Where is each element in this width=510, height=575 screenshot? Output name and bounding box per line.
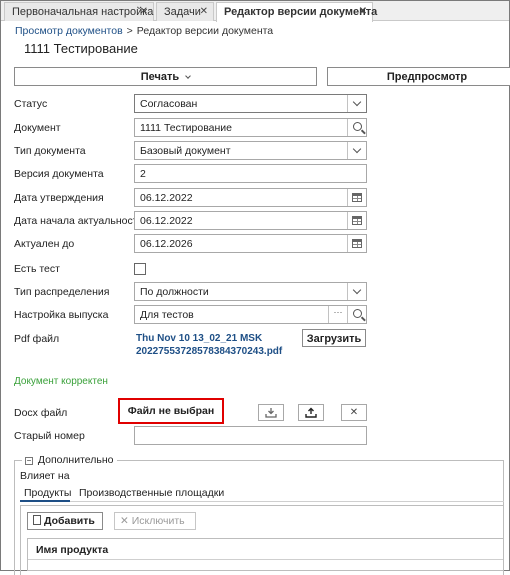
release-value: Для тестов — [140, 309, 194, 321]
dropdown-button[interactable] — [347, 95, 366, 112]
old-number-label: Старый номер — [14, 430, 85, 442]
additional-legend[interactable]: − Дополнительно — [22, 454, 117, 466]
collapse-icon[interactable]: − — [25, 457, 33, 465]
status-message: Документ корректен — [14, 376, 108, 387]
upload-file-button[interactable] — [298, 404, 324, 421]
ellipsis-button[interactable]: ··· — [328, 306, 347, 323]
print-button[interactable]: Печать — [14, 67, 317, 86]
calendar-icon — [352, 239, 362, 248]
preview-label: Предпросмотр — [386, 71, 468, 83]
breadcrumb: Просмотр документов > Редактор версии доку… — [15, 25, 273, 37]
influences-label: Влияет на — [20, 470, 70, 482]
has-test-label: Есть тест — [14, 263, 60, 275]
status-select[interactable]: Согласован — [134, 94, 367, 113]
approval-date-label: Дата утверждения — [14, 192, 104, 204]
subtab-divider — [20, 501, 504, 502]
pdf-file-link[interactable]: Thu Nov 10 13_02_21 MSK — [136, 333, 262, 344]
distribution-label: Тип распределения — [14, 286, 110, 298]
tab-label: Задачи — [164, 6, 201, 18]
search-button[interactable] — [347, 119, 366, 136]
actual-start-value: 06.12.2022 — [140, 215, 193, 227]
release-field[interactable]: Для тестов ··· — [134, 305, 367, 324]
actual-until-value: 06.12.2026 — [140, 238, 193, 250]
tab-initial-setup[interactable]: Первоначальная настройка ✕ — [4, 2, 154, 21]
doc-type-label: Тип документа — [14, 145, 86, 157]
products-table: Имя продукта — [27, 538, 504, 571]
close-icon[interactable]: ✕ — [359, 6, 367, 17]
old-number-input[interactable] — [134, 426, 367, 445]
column-header-product-name[interactable]: Имя продукта — [28, 539, 503, 560]
tab-tasks[interactable]: Задачи ✕ — [156, 2, 214, 21]
actual-start-input[interactable]: 06.12.2022 — [134, 211, 367, 230]
tab-label: Редактор версии документа — [224, 6, 378, 18]
active-subtab-indicator — [20, 500, 70, 502]
dropdown-button[interactable] — [347, 283, 366, 300]
document-field[interactable]: 1111 Тестирование — [134, 118, 367, 137]
chevron-down-icon — [185, 73, 192, 79]
pdf-label: Pdf файл — [14, 333, 60, 345]
document-label: Документ — [14, 122, 61, 134]
calendar-button[interactable] — [347, 212, 366, 229]
doc-type-value: Базовый документ — [140, 145, 231, 157]
download-icon — [265, 408, 277, 418]
close-icon[interactable]: ✕ — [200, 6, 208, 17]
calendar-icon — [352, 193, 362, 202]
version-input[interactable]: 2 — [134, 164, 367, 183]
close-icon: ✕ — [120, 515, 129, 527]
dropdown-button[interactable] — [347, 142, 366, 159]
chevron-down-icon — [352, 285, 362, 295]
add-label: Добавить — [44, 515, 95, 527]
tab-document-version-editor[interactable]: Редактор версии документа ✕ — [216, 2, 377, 22]
breadcrumb-separator: > — [126, 25, 133, 37]
distribution-select[interactable]: По должности — [134, 282, 367, 301]
release-label: Настройка выпуска — [14, 309, 109, 321]
version-value: 2 — [140, 168, 146, 180]
approval-date-input[interactable]: 06.12.2022 — [134, 188, 367, 207]
upload-button[interactable]: Загрузить — [302, 329, 366, 347]
distribution-value: По должности — [140, 286, 209, 298]
status-label: Статус — [14, 98, 48, 110]
calendar-button[interactable] — [347, 235, 366, 252]
pdf-file-name[interactable]: 20227553728578384370243.pdf — [136, 346, 282, 357]
upload-icon — [305, 407, 317, 418]
tab-label: Первоначальная настройка — [12, 6, 154, 18]
calendar-icon — [352, 216, 362, 225]
search-button[interactable] — [347, 306, 366, 323]
actual-until-label: Актуален до — [14, 238, 75, 250]
has-test-checkbox[interactable] — [134, 263, 146, 275]
tab-bar: Первоначальная настройка ✕ Задачи ✕ Реда… — [1, 1, 509, 22]
page-title: 1111 Тестирование — [24, 41, 138, 56]
chevron-down-icon — [352, 144, 362, 154]
close-icon[interactable]: ✕ — [140, 6, 148, 17]
calendar-button[interactable] — [347, 189, 366, 206]
breadcrumb-link-documents[interactable]: Просмотр документов — [15, 25, 123, 37]
breadcrumb-current: Редактор версии документа — [136, 25, 274, 37]
search-icon — [352, 122, 362, 131]
download-button[interactable] — [258, 404, 284, 421]
exclude-button[interactable]: ✕ Исключить — [114, 512, 196, 530]
close-icon: ✕ — [349, 407, 359, 418]
doc-type-select[interactable]: Базовый документ — [134, 141, 367, 160]
upload-label: Загрузить — [306, 333, 362, 345]
preview-button[interactable]: Предпросмотр — [327, 67, 510, 86]
approval-date-value: 06.12.2022 — [140, 192, 193, 204]
status-value: Согласован — [140, 98, 198, 110]
document-value: 1111 Тестирование — [140, 122, 233, 134]
additional-title: Дополнительно — [37, 454, 114, 466]
docx-label: Docx файл — [14, 407, 68, 419]
chevron-down-icon — [352, 97, 362, 107]
print-label: Печать — [140, 71, 180, 83]
exclude-label: Исключить — [131, 515, 185, 527]
add-button[interactable]: Добавить — [27, 512, 103, 530]
version-label: Версия документа — [14, 168, 104, 180]
search-icon — [352, 309, 362, 318]
file-select-button[interactable]: Файл не выбран — [118, 398, 224, 424]
document-icon — [33, 515, 41, 525]
actual-until-input[interactable]: 06.12.2026 — [134, 234, 367, 253]
subtab-products[interactable]: Продукты — [24, 487, 71, 499]
subtab-production-sites[interactable]: Производственные площадки — [79, 487, 224, 499]
actual-start-label: Дата начала актуальности — [14, 215, 144, 227]
delete-file-button[interactable]: ✕ — [341, 404, 367, 421]
